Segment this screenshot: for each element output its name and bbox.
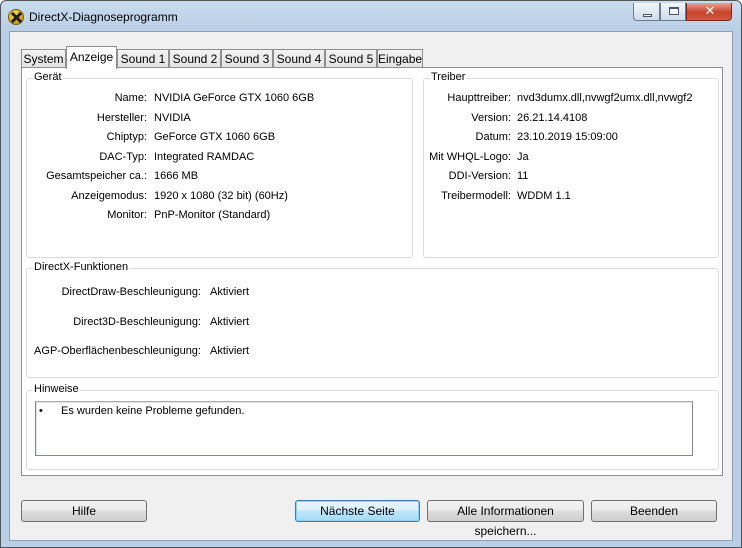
value: WDDM 1.1 <box>517 190 571 202</box>
group-geraet: Gerät Name: NVIDIA GeForce GTX 1060 6GB … <box>26 71 413 258</box>
value: 1666 MB <box>154 170 199 182</box>
label: AGP-Oberflächenbeschleunigung: <box>34 345 201 357</box>
value: Aktiviert <box>210 345 250 357</box>
label: Chiptyp: <box>106 131 147 143</box>
geraet-row-name: Name: NVIDIA GeForce GTX 1060 6GB <box>27 92 407 106</box>
tab-sound-2[interactable]: Sound 2 <box>169 49 221 68</box>
tab-system[interactable]: System <box>21 49 66 68</box>
notes-textbox[interactable]: • Es wurden keine Probleme gefunden. <box>35 401 693 456</box>
tab-sound-4[interactable]: Sound 4 <box>273 49 325 68</box>
title-bar[interactable]: DirectX-Diagnoseprogramm ✕ <box>1 1 741 31</box>
group-treiber: Treiber Haupttreiber: nvd3dumx.dll,nvwgf… <box>423 71 719 258</box>
dialog-client-area: System Anzeige Sound 1 Sound 2 Sound 3 S… <box>9 31 733 541</box>
value: nvd3dumx.dll,nvwgf2umx.dll,nvwgf2 <box>517 92 693 104</box>
treiber-row-version: Version: 26.21.14.4108 <box>424 112 714 126</box>
label: Version: <box>471 112 511 124</box>
value: 11 <box>517 170 529 182</box>
treiber-row-ddi-version: DDI-Version: 11 <box>424 170 714 184</box>
geraet-row-chiptyp: Chiptyp: GeForce GTX 1060 6GB <box>27 131 407 145</box>
label: Mit WHQL-Logo: <box>429 151 511 163</box>
label: Treibermodell: <box>441 190 511 202</box>
directx-app-icon <box>8 9 24 25</box>
geraet-row-dac-typ: DAC-Typ: Integrated RAMDAC <box>27 151 407 165</box>
tab-sound-1[interactable]: Sound 1 <box>117 49 169 68</box>
value: PnP-Monitor (Standard) <box>154 209 271 221</box>
group-directx-funktionen: DirectX-Funktionen DirectDraw-Beschleuni… <box>26 261 719 378</box>
value: 1920 x 1080 (32 bit) (60Hz) <box>154 190 288 202</box>
label: Datum: <box>475 131 511 143</box>
value: NVIDIA GeForce GTX 1060 6GB <box>154 92 315 104</box>
maximize-button[interactable] <box>660 3 686 21</box>
label: Anzeigemodus: <box>71 190 147 202</box>
minimize-button[interactable] <box>633 3 660 21</box>
treiber-row-datum: Datum: 23.10.2019 15:09:00 <box>424 131 714 145</box>
geraet-row-monitor: Monitor: PnP-Monitor (Standard) <box>27 209 407 223</box>
label: Direct3D-Beschleunigung: <box>73 316 201 328</box>
anzeige-tab-panel: Gerät Name: NVIDIA GeForce GTX 1060 6GB … <box>21 67 723 476</box>
tab-eingabe[interactable]: Eingabe <box>377 49 423 68</box>
geraet-row-hersteller: Hersteller: NVIDIA <box>27 112 407 126</box>
treiber-row-treibermodell: Treibermodell: WDDM 1.1 <box>424 190 714 204</box>
directx-row-direct3d: Direct3D-Beschleunigung: Aktiviert <box>27 316 427 330</box>
next-page-button[interactable]: Nächste Seite <box>295 500 420 522</box>
close-icon: ✕ <box>704 4 716 19</box>
label: Monitor: <box>107 209 147 221</box>
group-hinweise: Hinweise • Es wurden keine Probleme gefu… <box>26 383 719 470</box>
label: Hersteller: <box>96 112 147 124</box>
directx-row-agp: AGP-Oberflächenbeschleunigung: Aktiviert <box>27 345 427 359</box>
close-button[interactable]: ✕ <box>686 3 732 21</box>
help-button[interactable]: Hilfe <box>21 500 147 522</box>
tab-sound-3[interactable]: Sound 3 <box>221 49 273 68</box>
note-text: Es wurden keine Probleme gefunden. <box>61 405 245 417</box>
value: GeForce GTX 1060 6GB <box>154 131 276 143</box>
window-title: DirectX-Diagnoseprogramm <box>29 10 178 24</box>
minimize-icon <box>643 14 652 17</box>
value: NVIDIA <box>154 112 191 124</box>
treiber-row-whql: Mit WHQL-Logo: Ja <box>424 151 714 165</box>
label: DirectDraw-Beschleunigung: <box>61 286 201 298</box>
group-hinweise-title: Hinweise <box>33 383 80 395</box>
label: Gesamtspeicher ca.: <box>46 170 147 182</box>
group-directx-title: DirectX-Funktionen <box>33 261 130 273</box>
geraet-row-anzeigemodus: Anzeigemodus: 1920 x 1080 (32 bit) (60Hz… <box>27 190 407 204</box>
geraet-row-gesamtspeicher: Gesamtspeicher ca.: 1666 MB <box>27 170 407 184</box>
exit-button[interactable]: Beenden <box>591 500 717 522</box>
save-all-info-button[interactable]: Alle Informationen speichern... <box>427 500 584 538</box>
group-geraet-title: Gerät <box>33 71 63 83</box>
label: DDI-Version: <box>448 170 511 182</box>
label: DAC-Typ: <box>99 151 147 163</box>
label: Haupttreiber: <box>447 92 511 104</box>
tab-anzeige[interactable]: Anzeige <box>66 46 117 69</box>
bullet-icon: • <box>39 405 43 417</box>
directx-row-directdraw: DirectDraw-Beschleunigung: Aktiviert <box>27 286 427 300</box>
label: Name: <box>114 92 147 104</box>
maximize-icon <box>669 7 679 15</box>
value: Aktiviert <box>210 286 250 298</box>
tab-sound-5[interactable]: Sound 5 <box>325 49 377 68</box>
dxdiag-window: DirectX-Diagnoseprogramm ✕ System Anzeig… <box>0 0 742 548</box>
group-treiber-title: Treiber <box>430 71 467 83</box>
treiber-row-haupttreiber: Haupttreiber: nvd3dumx.dll,nvwgf2umx.dll… <box>424 92 714 106</box>
value: Aktiviert <box>210 316 250 328</box>
value: 26.21.14.4108 <box>517 112 588 124</box>
value: Ja <box>517 151 529 163</box>
value: 23.10.2019 15:09:00 <box>517 131 618 143</box>
value: Integrated RAMDAC <box>154 151 255 163</box>
